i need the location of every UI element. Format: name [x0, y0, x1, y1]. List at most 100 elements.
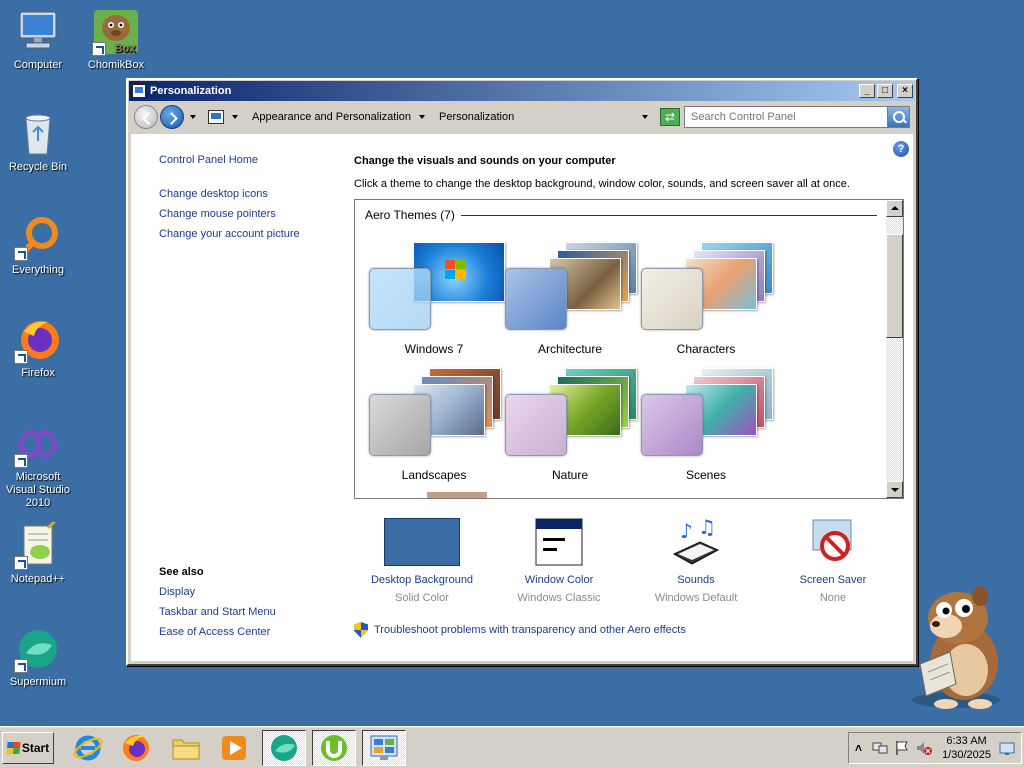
refresh-button[interactable]: ⇄	[660, 108, 680, 126]
desktop-icon-label: Computer	[13, 59, 63, 71]
screen-saver-setting[interactable]: Screen Saver None	[773, 518, 893, 604]
desktop-icon-supermium[interactable]: Supermium	[0, 625, 76, 689]
taskbar-internet-explorer[interactable]	[66, 730, 110, 766]
search-input[interactable]	[691, 111, 887, 123]
theme-architecture[interactable]: Architecture	[505, 242, 637, 362]
theme-settings-row: Desktop Background Solid Color Window Co…	[354, 514, 904, 604]
search-box[interactable]	[684, 106, 910, 128]
desktop-background-setting[interactable]: Desktop Background Solid Color	[362, 518, 482, 604]
help-icon[interactable]: ?	[893, 141, 909, 157]
theme-color-swatch	[641, 268, 703, 330]
change-account-picture-link[interactable]: Change your account picture	[159, 228, 339, 240]
taskbar-utorrent[interactable]	[312, 730, 356, 766]
notepad-plus-plus-icon	[14, 516, 62, 570]
desktop-background-icon	[384, 518, 460, 566]
forward-button[interactable]	[160, 105, 184, 129]
theme-list-scrollbar[interactable]	[886, 200, 903, 498]
chevron-down-icon[interactable]	[419, 115, 426, 119]
shield-icon	[354, 622, 368, 638]
show-hidden-icons-chevron-icon[interactable]: ˄	[855, 740, 866, 756]
window-color-setting[interactable]: Window Color Windows Classic	[499, 518, 619, 604]
taskbar-media-player[interactable]	[212, 730, 256, 766]
screen-saver-label[interactable]: Screen Saver	[773, 574, 893, 586]
taskbar-start-menu-link[interactable]: Taskbar and Start Menu	[159, 606, 276, 618]
window-color-icon	[535, 518, 583, 566]
network-icon[interactable]	[872, 740, 888, 756]
supermium-icon	[14, 625, 62, 673]
theme-nature[interactable]: Nature	[505, 368, 637, 488]
group-header: Aero Themes (7)	[365, 208, 877, 222]
breadcrumb-item[interactable]: Personalization	[439, 111, 514, 123]
change-mouse-pointers-link[interactable]: Change mouse pointers	[159, 208, 339, 220]
chomikbox-overlay-text: Box	[115, 43, 137, 55]
address-history-dropdown[interactable]	[642, 115, 648, 119]
display-link[interactable]: Display	[159, 586, 276, 598]
desktop-icon-computer[interactable]: Computer	[0, 8, 76, 72]
close-button[interactable]: ×	[897, 84, 913, 98]
theme-landscapes[interactable]: Landscapes	[369, 368, 501, 488]
desktop-icon-everything[interactable]: Everything	[0, 213, 76, 277]
address-bar: Appearance and Personalization Personali…	[130, 102, 914, 132]
window-title: Personalization	[150, 85, 232, 97]
theme-scenes[interactable]: Scenes	[641, 368, 773, 488]
personalization-window: Personalization _ □ × Appearance and Per…	[126, 78, 918, 666]
firefox-icon	[123, 735, 149, 761]
desktop-icon-label: Firefox	[21, 367, 55, 379]
start-button[interactable]: Start	[2, 732, 54, 764]
minimize-button[interactable]: _	[859, 84, 875, 98]
clock[interactable]: 6:33 AM 1/30/2025	[942, 734, 991, 762]
taskbar-firefox[interactable]	[114, 730, 158, 766]
desktop-icon-recycle-bin[interactable]: Recycle Bin	[0, 110, 76, 174]
control-panel-icon	[132, 84, 146, 98]
taskbar-control-panel[interactable]	[362, 730, 406, 766]
firefox-icon	[14, 316, 62, 364]
theme-color-swatch	[369, 394, 431, 456]
sounds-setting[interactable]: ♪ ♫ Sounds Windows Default	[636, 515, 756, 604]
theme-name: Scenes	[685, 468, 727, 482]
recent-pages-dropdown[interactable]	[190, 115, 196, 119]
scroll-thumb[interactable]	[886, 234, 903, 338]
desktop-background-label[interactable]: Desktop Background	[362, 574, 482, 586]
window-color-label[interactable]: Window Color	[499, 574, 619, 586]
clock-date: 1/30/2025	[942, 749, 991, 761]
window-titlebar[interactable]: Personalization _ □ ×	[129, 81, 915, 101]
action-center-flag-icon[interactable]	[894, 740, 910, 756]
page-description: Click a theme to change the desktop back…	[354, 178, 850, 190]
shortcut-arrow-icon	[14, 556, 28, 570]
theme-name: Windows 7	[404, 342, 464, 356]
left-pane: Control Panel Home Change desktop icons …	[159, 154, 339, 248]
desktop-icon-visual-studio[interactable]: Microsoft Visual Studio 2010	[0, 420, 76, 510]
control-panel-home-link[interactable]: Control Panel Home	[159, 154, 339, 166]
scroll-up-button[interactable]	[886, 200, 903, 217]
see-also-section: See also Display Taskbar and Start Menu …	[159, 566, 276, 646]
desktop-icon-label: ChomikBox	[87, 59, 145, 71]
system-tray: ˄ 6:33 AM 1/30/2025	[848, 732, 1022, 764]
shortcut-arrow-icon	[14, 350, 28, 364]
search-icon[interactable]	[887, 107, 909, 127]
maximize-button[interactable]: □	[877, 84, 893, 98]
desktop-icon-notepad-plus-plus[interactable]: Notepad++	[0, 516, 76, 586]
desktop-icon-firefox[interactable]: Firefox	[0, 316, 76, 380]
theme-characters[interactable]: Characters	[641, 242, 773, 362]
breadcrumb-item[interactable]: Appearance and Personalization	[252, 111, 411, 123]
chevron-down-icon[interactable]	[232, 115, 238, 119]
change-desktop-icons-link[interactable]: Change desktop icons	[159, 188, 339, 200]
troubleshoot-label[interactable]: Troubleshoot problems with transparency …	[374, 624, 686, 636]
theme-windows-7[interactable]: Windows 7	[369, 242, 505, 362]
breadcrumb[interactable]: Appearance and Personalization Personali…	[204, 106, 656, 128]
svg-text:♫: ♫	[698, 518, 716, 539]
sounds-label[interactable]: Sounds	[636, 574, 756, 586]
taskbar-supermium[interactable]	[262, 730, 306, 766]
volume-muted-icon[interactable]	[916, 740, 933, 756]
desktop-icon-chomikbox[interactable]: Box ChomikBox	[78, 8, 154, 72]
troubleshoot-link[interactable]: Troubleshoot problems with transparency …	[354, 622, 686, 638]
desktop-icon-label: Everything	[12, 264, 64, 276]
taskbar-file-explorer[interactable]	[164, 730, 208, 766]
back-button[interactable]	[134, 105, 158, 129]
scroll-down-button[interactable]	[886, 481, 903, 498]
start-label: Start	[21, 741, 50, 755]
show-desktop-icon[interactable]	[999, 740, 1015, 756]
see-also-title: See also	[159, 566, 204, 578]
everything-search-icon	[14, 213, 62, 261]
ease-of-access-link[interactable]: Ease of Access Center	[159, 626, 276, 638]
